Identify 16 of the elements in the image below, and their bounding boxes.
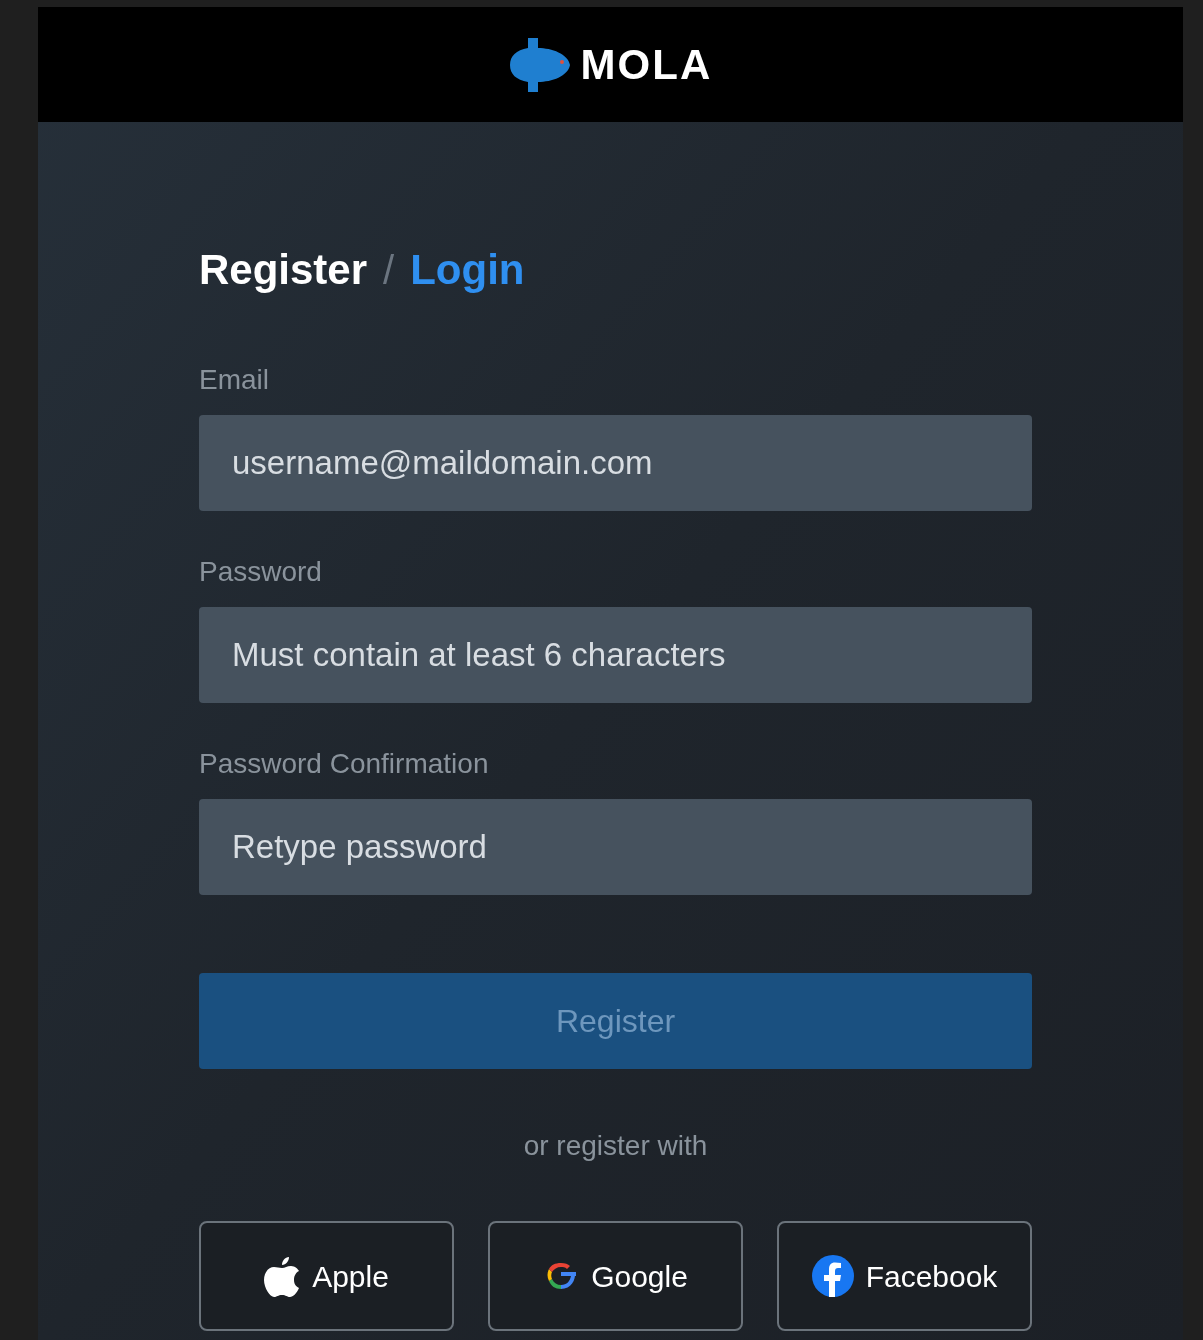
input-field[interactable]: username@maildomain.com xyxy=(199,415,1032,511)
field-label: Password Confirmation xyxy=(199,747,490,781)
register-with-text: or register with xyxy=(523,1129,708,1163)
facebook-icon xyxy=(811,1255,854,1297)
apple-icon xyxy=(264,1255,301,1297)
social-login-button[interactable]: Apple xyxy=(199,1221,454,1331)
field-label: Email xyxy=(199,363,270,397)
register-tab[interactable]: Register xyxy=(199,238,368,301)
input-field[interactable]: Retype password xyxy=(199,799,1032,895)
social-login-button[interactable]: Google xyxy=(488,1221,743,1331)
social-login-button[interactable]: Facebook xyxy=(777,1221,1032,1331)
tab-separator: / xyxy=(383,246,395,294)
input-field[interactable]: Must contain at least 6 characters xyxy=(199,607,1032,703)
field-label: Password xyxy=(199,555,323,589)
login-link[interactable]: Login xyxy=(410,238,525,301)
brand-name: MOLA xyxy=(580,40,713,90)
